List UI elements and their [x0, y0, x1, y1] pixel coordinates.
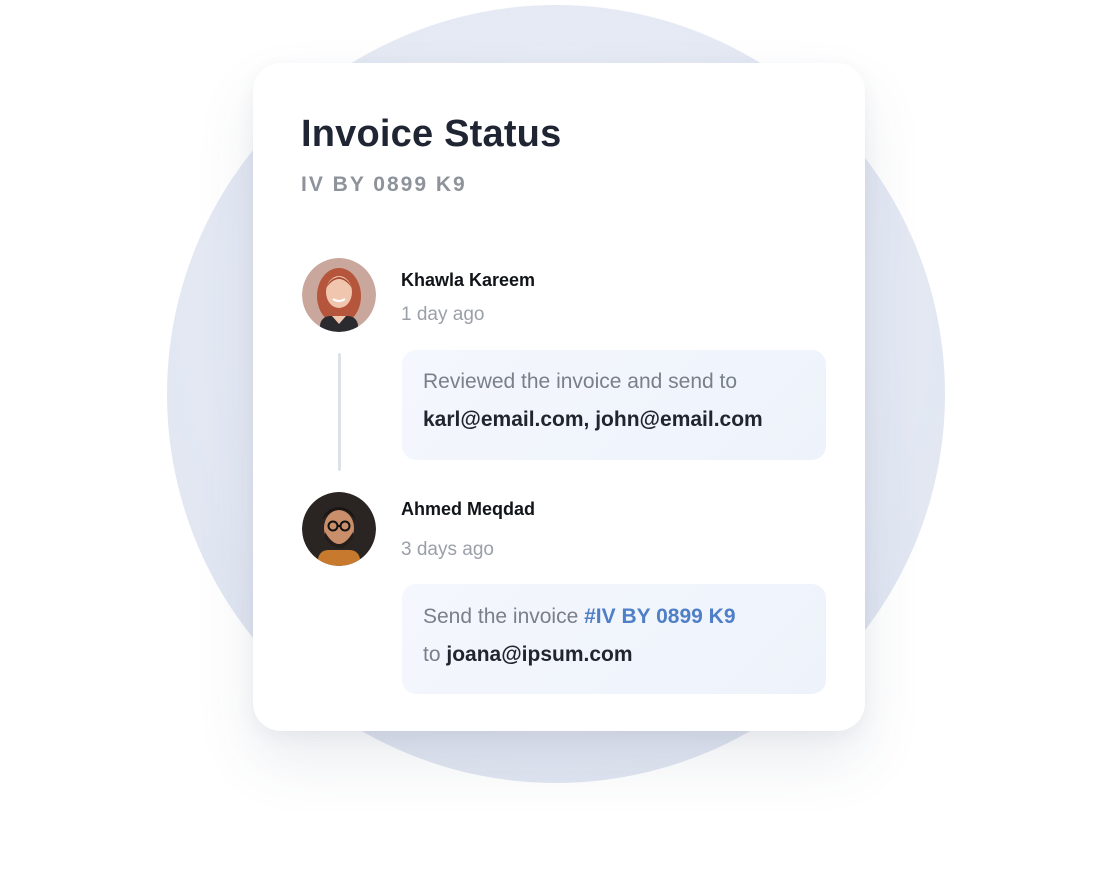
- user-name[interactable]: Khawla Kareem: [401, 270, 535, 291]
- recipient-email: joana@ipsum.com: [446, 643, 633, 666]
- activity-message: Reviewed the invoice and send to karl@em…: [402, 350, 826, 460]
- message-line: Send the invoice #IV BY 0899 K9: [423, 605, 736, 629]
- timestamp: 1 day ago: [401, 304, 485, 325]
- message-line: to joana@ipsum.com: [423, 643, 633, 667]
- invoice-link[interactable]: #IV BY 0899 K9: [584, 605, 735, 628]
- avatar-woman-photo: [302, 258, 376, 332]
- card-title: Invoice Status: [301, 113, 562, 155]
- message-to: to: [423, 643, 441, 666]
- recipient-emails: karl@email.com, john@email.com: [423, 408, 763, 431]
- timestamp: 3 days ago: [401, 539, 494, 560]
- invoice-id: IV BY 0899 K9: [301, 173, 467, 196]
- avatar-man-photo: [302, 492, 376, 566]
- invoice-status-card: Invoice Status IV BY 0899 K9 Khawla Kare…: [253, 63, 865, 731]
- message-text: Reviewed the invoice and send to: [423, 370, 738, 393]
- timeline-connector: [338, 353, 341, 471]
- message-prefix: Send the invoice: [423, 605, 579, 628]
- user-name[interactable]: Ahmed Meqdad: [401, 499, 535, 520]
- stage: Invoice Status IV BY 0899 K9 Khawla Kare…: [0, 0, 1119, 890]
- activity-message: Send the invoice #IV BY 0899 K9 to joana…: [402, 584, 826, 694]
- avatar-ahmed-meqdad[interactable]: [302, 492, 376, 566]
- avatar-khawla-kareem[interactable]: [302, 258, 376, 332]
